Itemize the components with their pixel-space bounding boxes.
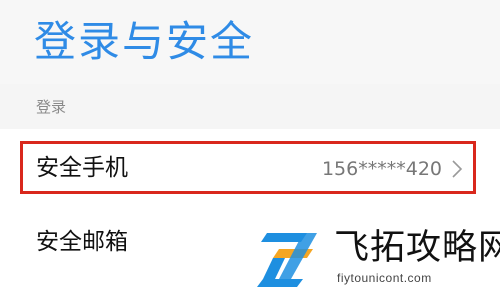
security-email-label: 安全邮箱	[36, 229, 128, 255]
watermark: 飞拓攻略网 fiytounicont.com	[245, 223, 500, 289]
section-title-login: 登录	[36, 98, 67, 116]
watermark-domain: fiytounicont.com	[337, 271, 432, 285]
security-phone-row[interactable]: 安全手机 156*****420	[0, 129, 500, 209]
security-phone-value: 156*****420	[321, 158, 442, 180]
page-title: 登录与安全	[34, 17, 255, 66]
header: 登录与安全	[0, 0, 500, 84]
watermark-text: 飞拓攻略网	[334, 228, 500, 268]
watermark-logo-icon	[257, 233, 317, 287]
security-phone-label: 安全手机	[36, 155, 128, 181]
chevron-right-icon	[452, 160, 463, 178]
